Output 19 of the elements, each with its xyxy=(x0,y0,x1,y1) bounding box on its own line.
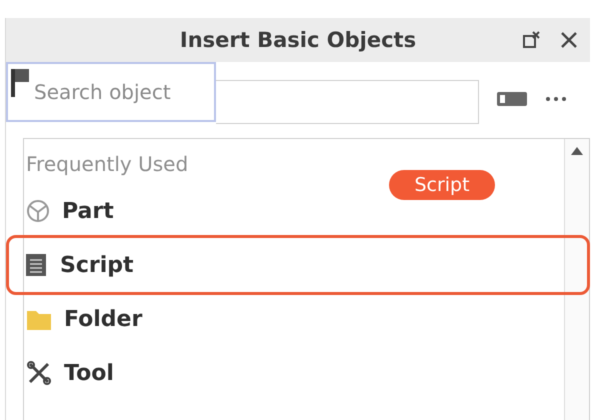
tools-icon xyxy=(26,360,52,386)
list-item[interactable]: Script xyxy=(6,235,590,295)
input-box[interactable] xyxy=(216,80,479,124)
scroll-up-icon[interactable] xyxy=(571,147,583,155)
close-icon[interactable] xyxy=(560,31,578,49)
flag-icon xyxy=(10,68,30,98)
script-icon xyxy=(24,252,48,278)
undock-icon[interactable] xyxy=(522,30,542,50)
list-item[interactable]: Tool xyxy=(26,346,114,400)
search-field[interactable]: Search object xyxy=(6,62,216,122)
list-item[interactable]: Part xyxy=(26,184,114,238)
window-title: Insert Basic Objects xyxy=(180,28,416,52)
scroll-bar[interactable] xyxy=(564,139,589,420)
callout-label: Script xyxy=(389,170,495,200)
more-icon[interactable] xyxy=(545,96,567,102)
section-heading: Frequently Used xyxy=(26,151,190,178)
list-item[interactable]: Folder xyxy=(26,292,142,346)
toggle-icon[interactable] xyxy=(497,92,527,106)
part-icon xyxy=(26,198,50,224)
